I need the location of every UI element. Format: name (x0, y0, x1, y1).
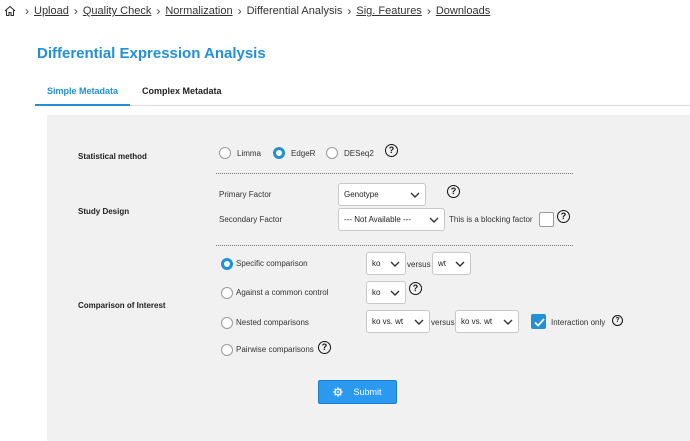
radio-common-control[interactable] (221, 287, 233, 299)
chevron-down-icon (503, 319, 513, 325)
blocking-factor-checkbox[interactable] (539, 212, 554, 227)
comparison-of-interest-label: Comparison of Interest (78, 301, 166, 310)
help-icon[interactable]: ? (318, 341, 331, 354)
statistical-method-label: Statistical method (78, 152, 147, 161)
chevron-right-icon: › (25, 4, 29, 18)
help-icon[interactable]: ? (447, 185, 460, 198)
breadcrumb-upload[interactable]: Upload (34, 5, 69, 17)
tab-simple-metadata[interactable]: Simple Metadata (35, 78, 131, 106)
nested-comparison-a-value: ko vs. wt (372, 317, 404, 326)
secondary-factor-select[interactable]: --- Not Available --- (338, 208, 445, 231)
breadcrumb-differential-analysis: Differential Analysis (246, 5, 343, 17)
radio-edger[interactable] (273, 147, 285, 159)
page-title: Differential Expression Analysis (37, 45, 266, 62)
interaction-only-label: Interaction only (551, 318, 606, 327)
chevron-right-icon: › (237, 4, 242, 18)
primary-factor-select[interactable]: Genotype (338, 183, 426, 206)
specific-comparison-a-value: ko (372, 259, 381, 268)
radio-edger-label: EdgeR (291, 149, 316, 158)
radio-nested-comparisons[interactable] (221, 317, 233, 329)
study-design-label: Study Design (78, 207, 130, 216)
breadcrumb-quality-check[interactable]: Quality Check (83, 5, 151, 17)
specific-comparison-a-select[interactable]: ko (366, 252, 406, 275)
nested-comparison-b-select[interactable]: ko vs. wt (455, 310, 519, 333)
radio-limma[interactable] (219, 147, 231, 159)
versus-label: versus (407, 260, 431, 269)
secondary-factor-label: Secondary Factor (219, 215, 283, 224)
radio-deseq2[interactable] (326, 147, 338, 159)
radio-deseq2-label: DESeq2 (344, 149, 374, 158)
gear-icon (333, 387, 344, 397)
chevron-down-icon (414, 319, 424, 325)
common-control-value: ko (372, 288, 381, 297)
nested-comparison-a-select[interactable]: ko vs. wt (366, 310, 430, 333)
chevron-right-icon: › (156, 4, 161, 18)
help-icon[interactable]: ? (557, 210, 570, 223)
specific-comparison-b-select[interactable]: wt (432, 252, 471, 275)
radio-limma-label: Limma (237, 149, 262, 158)
tab-bar: Simple Metadata Complex Metadata (35, 78, 690, 106)
radio-pairwise-comparisons[interactable] (221, 344, 233, 356)
versus-label: versus (431, 318, 455, 327)
help-icon[interactable]: ? (409, 282, 422, 295)
divider (216, 245, 573, 246)
breadcrumb-normalization[interactable]: Normalization (165, 5, 232, 17)
help-icon[interactable]: ? (385, 144, 398, 157)
primary-factor-value: Genotype (344, 190, 379, 199)
nested-comparison-b-value: ko vs. wt (461, 317, 493, 326)
submit-button[interactable]: Submit (318, 380, 397, 404)
secondary-factor-value: --- Not Available --- (344, 215, 411, 224)
interaction-only-checkbox[interactable] (531, 314, 546, 329)
pairwise-comparisons-label: Pairwise comparisons (236, 345, 314, 354)
blocking-factor-label: This is a blocking factor (449, 215, 533, 224)
primary-factor-label: Primary Factor (219, 190, 272, 199)
breadcrumb-sig-features[interactable]: Sig. Features (356, 5, 421, 17)
specific-comparison-b-value: wt (438, 259, 446, 268)
nested-comparisons-label: Nested comparisons (236, 318, 309, 327)
common-control-label: Against a common control (236, 288, 329, 297)
chevron-down-icon (390, 290, 400, 296)
chevron-right-icon: › (73, 4, 78, 18)
help-icon[interactable]: ? (612, 315, 623, 326)
chevron-down-icon (390, 261, 400, 267)
chevron-down-icon (429, 217, 439, 223)
chevron-down-icon (410, 192, 420, 198)
common-control-select[interactable]: ko (366, 281, 406, 304)
home-icon[interactable] (4, 5, 16, 17)
breadcrumb: › Upload › Quality Check › Normalization… (0, 0, 690, 22)
divider (216, 173, 573, 174)
specific-comparison-label: Specific comparison (236, 259, 308, 268)
tab-complex-metadata[interactable]: Complex Metadata (130, 78, 234, 106)
breadcrumb-downloads[interactable]: Downloads (436, 5, 490, 17)
radio-specific-comparison[interactable] (221, 258, 233, 270)
submit-label: Submit (353, 387, 382, 397)
chevron-down-icon (455, 261, 465, 267)
chevron-right-icon: › (426, 4, 431, 18)
chevron-right-icon: › (347, 4, 352, 18)
check-icon (534, 318, 545, 327)
